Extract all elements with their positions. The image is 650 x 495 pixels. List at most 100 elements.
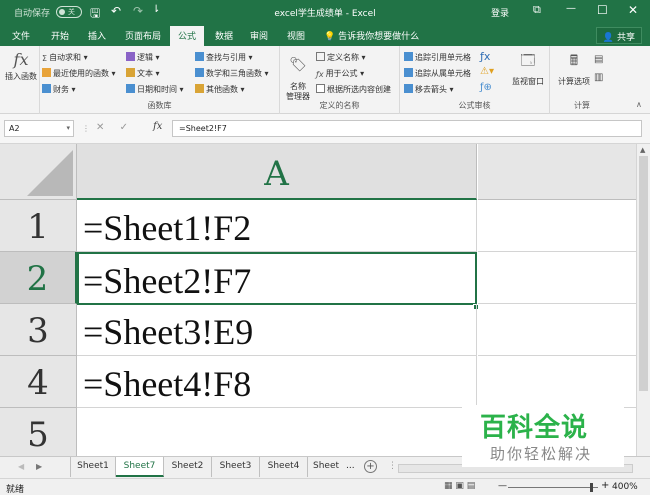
prev-sheet-icon[interactable]: ◀ <box>18 462 24 471</box>
calculation-label: 计算 <box>574 101 590 110</box>
zoom-slider-knob[interactable] <box>590 483 593 492</box>
login-button[interactable]: 登录 <box>491 6 509 19</box>
tab-home[interactable]: 开始 <box>51 29 69 42</box>
logical-label: 逻辑 <box>137 53 153 62</box>
insert-function-icon[interactable]: fx <box>153 121 162 132</box>
cell-a4[interactable]: =Sheet4!F8 <box>77 356 477 408</box>
logical-button[interactable]: 逻辑 ▾ <box>126 52 160 63</box>
recent-functions-button[interactable]: 最近使用的函数 ▾ <box>42 68 116 79</box>
group-calculation: 🖩 计算选项 ▤ ▥ 计算 <box>550 46 614 114</box>
collapse-ribbon-icon[interactable]: ∧ <box>636 100 642 109</box>
sheet-tab-sheet3[interactable]: Sheet3 <box>212 457 260 477</box>
text-functions-label: 文本 <box>137 69 153 78</box>
tab-data[interactable]: 数据 <box>215 29 233 42</box>
use-in-formula-button[interactable]: ƒx 用于公式 ▾ <box>316 68 364 79</box>
tab-file[interactable]: 文件 <box>12 29 30 42</box>
column-header-b[interactable] <box>478 144 636 200</box>
sheet-tab-sheet7[interactable]: Sheet7 <box>116 457 164 477</box>
watermark-logo: 百科全说 助你轻松解决 <box>462 405 624 467</box>
zoom-out-icon[interactable]: — <box>498 481 507 491</box>
tab-view[interactable]: 视图 <box>287 29 305 42</box>
scroll-up-icon[interactable]: ▲ <box>640 146 645 154</box>
math-button[interactable]: 数学和三角函数 ▾ <box>195 68 269 79</box>
datetime-button[interactable]: 日期和时间 ▾ <box>126 84 184 95</box>
enter-icon[interactable]: ✓ <box>120 122 128 133</box>
evaluate-formula-icon[interactable]: ƒ⊕ <box>480 82 492 93</box>
sheet-tab-sheet2[interactable]: Sheet2 <box>164 457 212 477</box>
watch-window-button[interactable]: 🗔 监视窗口 <box>508 50 548 87</box>
column-header-a[interactable]: A <box>77 144 477 200</box>
formula-input[interactable]: =Sheet2!F7 <box>172 120 642 137</box>
formula-auditing-label: 公式审核 <box>458 101 491 110</box>
math-label: 数学和三角函数 <box>206 69 262 78</box>
insert-function-button[interactable]: fx 插入函数 <box>4 50 38 82</box>
cell-a1[interactable]: =Sheet1!F2 <box>77 200 477 252</box>
fx-small-icon: ƒx <box>316 70 324 79</box>
chevron-down-icon: ▾ <box>66 124 70 132</box>
more-sheets-ellipsis[interactable]: ... <box>346 461 355 471</box>
view-buttons[interactable]: ▦ ▣ ▤ <box>444 481 475 491</box>
ribbon-display-options-icon[interactable]: ⧉ <box>533 3 541 17</box>
trace-dependents-button[interactable]: 追踪从属单元格 <box>404 68 471 79</box>
define-name-label: 定义名称 <box>327 53 359 62</box>
tab-review[interactable]: 审阅 <box>250 29 268 42</box>
define-name-button[interactable]: 定义名称 ▾ <box>316 52 366 63</box>
group-insert-function: fx 插入函数 <box>0 46 40 114</box>
error-checking-icon[interactable]: ⚠▾ <box>480 66 494 77</box>
zoom-slider[interactable] <box>508 483 598 492</box>
trace-dependents-label: 追踪从属单元格 <box>415 69 471 78</box>
calculator-icon: 🖩 <box>569 53 579 69</box>
split-grip-icon[interactable]: ⋮ <box>388 461 397 471</box>
add-sheet-icon[interactable]: + <box>364 460 377 473</box>
row-header-5[interactable]: 5 <box>0 408 77 456</box>
close-icon[interactable]: ✕ <box>628 3 638 17</box>
create-from-selection-button[interactable]: 根据所选内容创建 <box>316 84 391 95</box>
cell-a2[interactable]: =Sheet2!F7 <box>77 252 477 305</box>
formula-bar: A2 ▾ ⋮ ✕ ✓ fx =Sheet2!F7 <box>0 114 650 144</box>
select-all-button[interactable] <box>0 144 77 200</box>
remove-arrows-button[interactable]: 移去箭头 ▾ <box>404 84 454 95</box>
cancel-icon[interactable]: ✕ <box>96 122 104 133</box>
zoom-in-icon[interactable]: + <box>601 480 609 491</box>
trace-precedents-label: 追踪引用单元格 <box>415 53 471 62</box>
lookup-button[interactable]: 查找与引用 ▾ <box>195 52 253 63</box>
sheet-tab-sheet4[interactable]: Sheet4 <box>260 457 308 477</box>
tab-formulas[interactable]: 公式 <box>170 26 205 46</box>
show-formulas-icon[interactable]: ƒx <box>480 50 490 63</box>
vertical-scrollbar[interactable]: ▲ <box>636 144 650 456</box>
sigma-icon: Σ <box>42 54 48 63</box>
text-functions-button[interactable]: 文本 ▾ <box>126 68 160 79</box>
sheet-tab-sheet1[interactable]: Sheet1 <box>70 457 116 477</box>
name-box[interactable]: A2 ▾ <box>4 120 74 137</box>
scroll-thumb[interactable] <box>639 156 648 391</box>
calc-now-icon[interactable]: ▤ <box>594 54 603 65</box>
row-header-4[interactable]: 4 <box>0 356 77 408</box>
share-button[interactable]: 👤 共享 <box>595 27 642 44</box>
name-box-value: A2 <box>9 124 20 133</box>
row-header-3[interactable]: 3 <box>0 304 77 356</box>
tab-page-layout[interactable]: 页面布局 <box>125 29 161 42</box>
tab-insert[interactable]: 插入 <box>88 29 106 42</box>
calc-sheet-icon[interactable]: ▥ <box>594 72 603 83</box>
sheet-tab-sheet-truncated[interactable]: Sheet <box>308 457 344 477</box>
cell-b4[interactable] <box>478 356 636 408</box>
cell-a3[interactable]: =Sheet3!E9 <box>77 304 477 356</box>
calc-options-button[interactable]: 🖩 计算选项 <box>554 50 594 87</box>
cell-b1[interactable] <box>478 200 636 252</box>
financial-button[interactable]: 财务 ▾ <box>42 84 76 95</box>
cell-a5[interactable] <box>77 408 477 456</box>
more-functions-button[interactable]: 其他函数 ▾ <box>195 84 245 95</box>
minimize-icon[interactable]: — <box>566 3 576 14</box>
autosum-button[interactable]: Σ 自动求和 ▾ <box>42 52 88 63</box>
cell-b2[interactable] <box>478 252 636 304</box>
window-title: excel学生成绩单 - Excel <box>274 9 376 19</box>
cell-b3[interactable] <box>478 304 636 356</box>
trace-precedents-button[interactable]: 追踪引用单元格 <box>404 52 471 63</box>
tell-me-box[interactable]: 💡 告诉我你想要做什么 <box>324 29 419 42</box>
next-sheet-icon[interactable]: ▶ <box>36 462 42 471</box>
zoom-level[interactable]: 400% <box>612 482 638 492</box>
maximize-icon[interactable]: ☐ <box>597 3 608 17</box>
row-header-1[interactable]: 1 <box>0 200 77 252</box>
row-header-2[interactable]: 2 <box>0 252 77 304</box>
name-manager-button[interactable]: 🏷 名称 管理器 <box>282 50 314 102</box>
